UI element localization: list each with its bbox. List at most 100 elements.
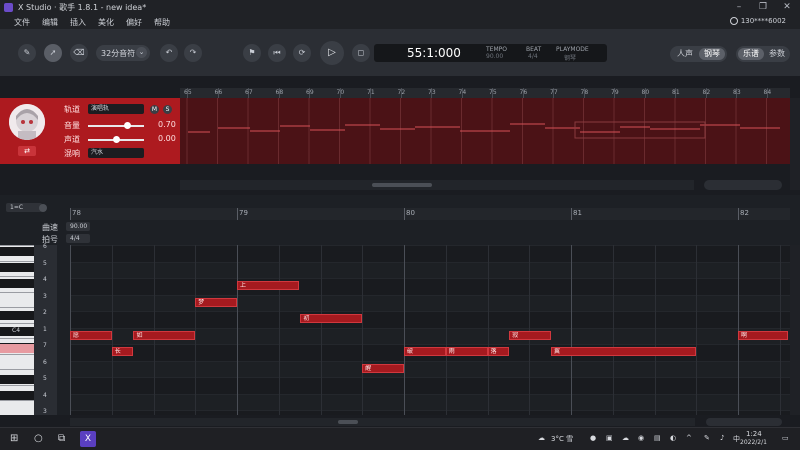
editor-ruler[interactable]: 78 79 80 81 82 (70, 208, 790, 220)
black-key[interactable] (0, 247, 34, 256)
track-name-input[interactable]: 演唱轨 (88, 104, 144, 114)
beat-value[interactable]: 4/4 (528, 53, 538, 60)
menu-help[interactable]: 帮助 (154, 17, 170, 28)
note-block[interactable]: 破 (404, 347, 446, 356)
playmode-value[interactable]: 钢琴 (564, 53, 576, 62)
reverb-select[interactable]: 汽水 (88, 148, 144, 158)
tray-icon-4[interactable]: ◉ (638, 434, 644, 442)
tray-icon-1[interactable]: ● (590, 434, 596, 442)
tray-icon-5[interactable]: ▤ (654, 434, 661, 442)
note-block[interactable]: 雨 (445, 347, 488, 356)
editor-scroll-thumb[interactable] (338, 420, 358, 424)
singer-avatar[interactable] (9, 104, 45, 140)
track-overview[interactable] (180, 98, 790, 164)
menu-edit[interactable]: 编辑 (42, 17, 58, 28)
note-block[interactable]: 醒 (362, 363, 404, 373)
note-length-value: 32分音符 (101, 49, 136, 58)
select-tool-icon[interactable]: ➚ (44, 44, 62, 62)
task-view-icon[interactable]: ⧉ (58, 433, 65, 444)
tray-icon-3[interactable]: ☁ (622, 434, 629, 442)
editor-hscroll[interactable] (70, 418, 695, 426)
note-block[interactable]: 如 (133, 330, 196, 340)
loop-icon[interactable]: ⟳ (293, 44, 311, 62)
user-account[interactable]: 130****6002 (729, 17, 786, 25)
menu-beautify[interactable]: 美化 (98, 17, 114, 28)
ruler-label: 79 (611, 89, 619, 96)
search-icon[interactable]: ○ (34, 433, 43, 444)
overview-zoom-slider[interactable] (704, 180, 782, 190)
taskbar-date[interactable]: 2022/2/1 (740, 439, 767, 446)
mute-button[interactable]: M (150, 105, 159, 114)
taskbar-time[interactable]: 1:24 (746, 430, 762, 438)
black-key[interactable] (0, 263, 34, 272)
windows-start-icon[interactable]: ⊞ (10, 433, 18, 444)
pan-slider-knob[interactable] (113, 136, 120, 143)
black-key[interactable] (0, 391, 34, 400)
note-block[interactable]: 长 (111, 347, 134, 356)
toggle-piano[interactable]: 钢琴 (699, 48, 725, 60)
note-block[interactable]: 翼 (550, 347, 697, 356)
menu-insert[interactable]: 插入 (70, 17, 86, 28)
menu-file[interactable]: 文件 (14, 17, 30, 28)
notification-icon[interactable]: ▭ (782, 434, 789, 442)
note-block[interactable]: 落 (487, 347, 510, 356)
menu-preferences[interactable]: 偏好 (126, 17, 142, 28)
close-icon[interactable]: ✕ (780, 2, 794, 12)
overview-selection[interactable] (574, 121, 706, 139)
note-block[interactable]: 愿 (70, 330, 112, 340)
toggle-score[interactable]: 乐谱 (738, 48, 764, 60)
key-signature[interactable]: 1=C (6, 203, 42, 212)
note-block[interactable]: 上 (237, 281, 299, 290)
overview-scroll-thumb[interactable] (372, 183, 432, 187)
speaker-icon[interactable]: ♪ (720, 434, 724, 442)
rewind-icon[interactable]: ⏮ (268, 44, 286, 62)
pen-icon[interactable]: ✎ (704, 434, 710, 442)
editor-ruler-tick (70, 208, 71, 220)
editor-tempo-value[interactable]: 90.00 (66, 222, 90, 231)
note-block[interactable]: 梦 (195, 297, 237, 307)
black-key[interactable] (0, 279, 34, 288)
editor-vscroll[interactable] (790, 245, 800, 415)
note-grid[interactable]: 愿长如 梦上初醒破雨落寂翼 啊 (70, 245, 790, 415)
note-length-select[interactable]: 32分音符 ⌄ (96, 45, 150, 61)
settings-icon[interactable] (39, 204, 47, 212)
editor-beat-value[interactable]: 4/4 (66, 234, 90, 243)
c4-label: C4 (12, 327, 21, 334)
overview-hscroll[interactable] (180, 180, 694, 190)
grid-row (70, 294, 790, 311)
beat-label: BEAT (526, 46, 542, 53)
pencil-tool-icon[interactable]: ✎ (18, 44, 36, 62)
pan-label: 声道 (64, 135, 80, 144)
toggle-params[interactable]: 参数 (764, 48, 790, 60)
toggle-voice[interactable]: 人声 (672, 48, 698, 60)
overview-ruler[interactable]: 65 66 67 68 69 70 71 72 73 74 75 76 77 78 79 80 81 82 83 84 (180, 88, 790, 98)
black-key[interactable] (0, 311, 34, 320)
note-block[interactable]: 寂 (509, 330, 551, 340)
xstudio-task-icon[interactable]: X (80, 431, 96, 447)
swap-singer-button[interactable]: ⇄ (18, 146, 36, 156)
solo-button[interactable]: S (163, 105, 172, 114)
weather-icon[interactable]: ☁ (538, 434, 545, 442)
volume-slider[interactable] (88, 125, 144, 127)
black-key[interactable] (0, 375, 34, 384)
weather-text[interactable]: 3°C 雪 (551, 434, 573, 444)
play-icon[interactable]: ▷ (320, 41, 344, 65)
marker-icon[interactable]: ⚑ (243, 44, 261, 62)
editor-zoom-slider[interactable] (706, 418, 782, 426)
maximize-icon[interactable]: ❐ (756, 2, 770, 12)
minimize-icon[interactable]: – (732, 2, 746, 12)
tempo-value[interactable]: 90.00 (486, 53, 503, 60)
tray-icon-6[interactable]: ◐ (670, 434, 676, 442)
volume-slider-knob[interactable] (124, 122, 132, 129)
redo-icon[interactable]: ↷ (184, 44, 202, 62)
chevron-up-icon[interactable]: ^ (686, 434, 692, 442)
tray-icon-2[interactable]: ▣ (606, 434, 613, 442)
avatar-svg (9, 104, 45, 140)
stop-icon[interactable]: ◻ (352, 44, 370, 62)
overview-vscroll[interactable] (790, 98, 800, 190)
language-icon[interactable]: 中 (733, 434, 740, 444)
note-block[interactable]: 啊 (738, 330, 789, 340)
undo-icon[interactable]: ↶ (160, 44, 178, 62)
note-block[interactable]: 初 (300, 314, 363, 323)
eraser-tool-icon[interactable]: ⌫ (70, 44, 88, 62)
